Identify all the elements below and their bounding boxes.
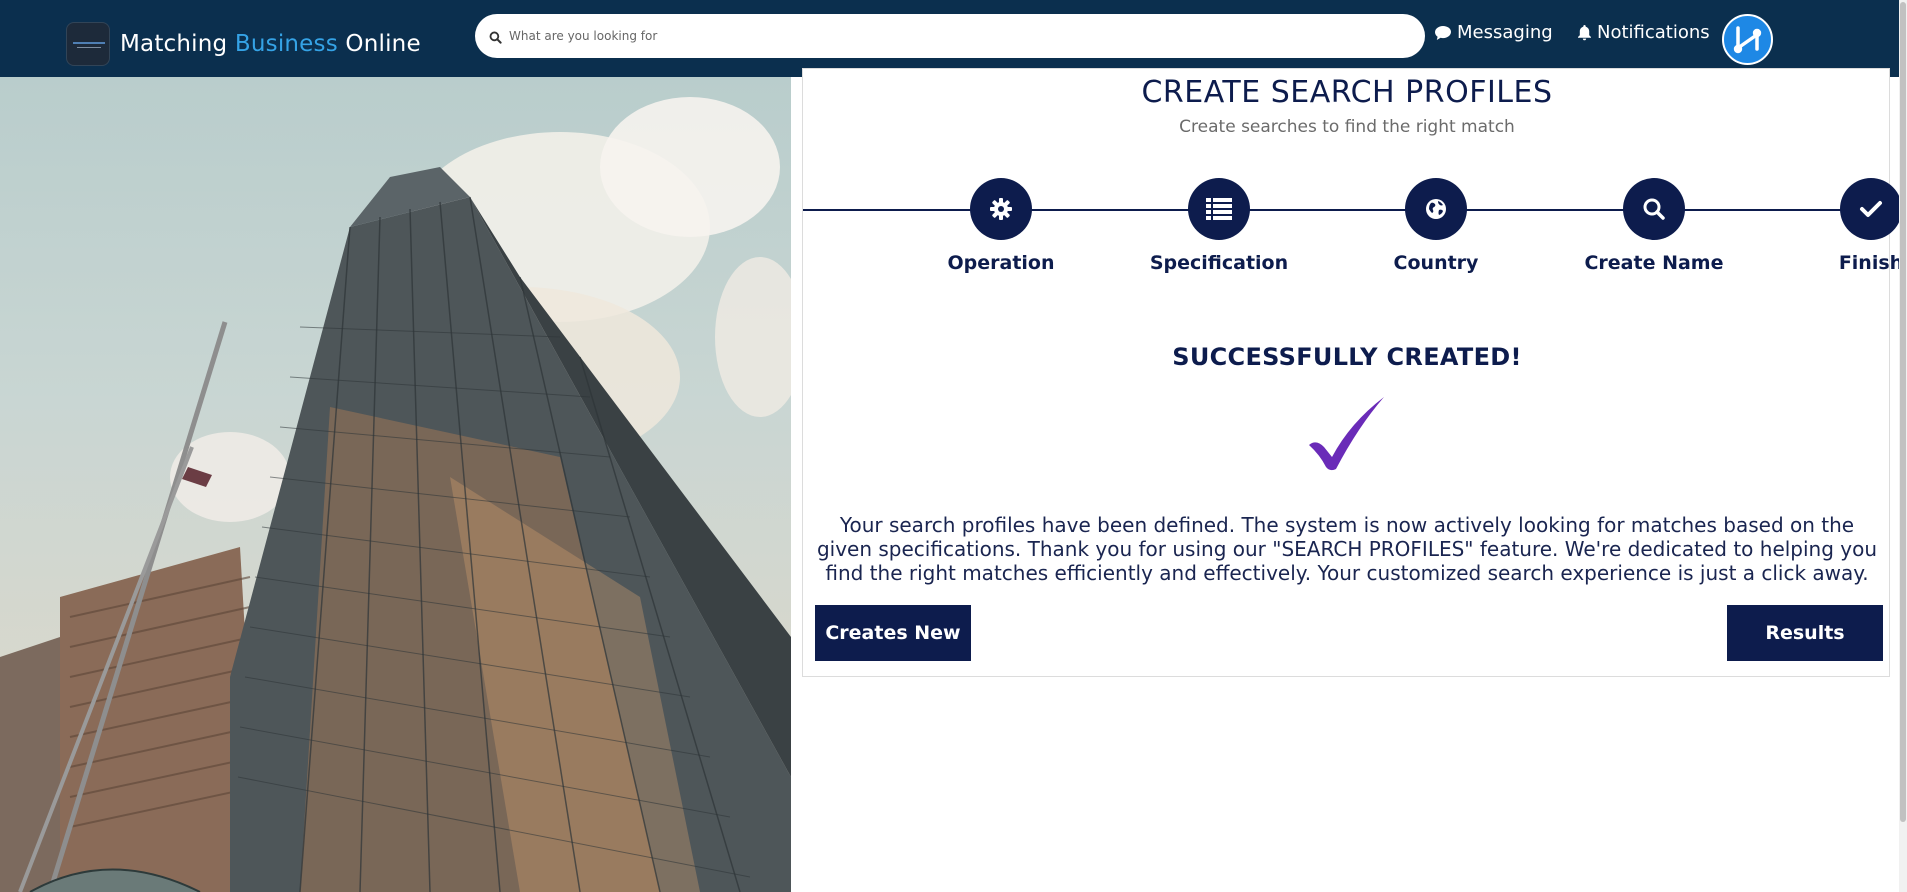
step-label: Specification (1149, 252, 1289, 274)
step-circle (1405, 178, 1467, 240)
search-bar[interactable] (475, 14, 1425, 58)
brand[interactable]: Matching Business Online (66, 22, 421, 66)
hero-building-image (0, 77, 791, 892)
bell-icon (1578, 25, 1591, 41)
page-subtitle: Create searches to find the right match (1179, 117, 1515, 137)
gear-icon (990, 198, 1012, 220)
search-icon (1643, 198, 1665, 220)
results-button[interactable]: Results (1727, 605, 1883, 661)
search-input[interactable] (509, 29, 1409, 43)
brand-name-part1: Matching (120, 31, 228, 57)
globe-icon (1426, 199, 1446, 219)
success-check-icon (1309, 397, 1384, 471)
step-circle (1188, 178, 1250, 240)
step-label: Create Name (1584, 252, 1724, 274)
brand-name-part2: Business (234, 31, 338, 57)
search-icon (489, 29, 503, 44)
scrollbar-thumb[interactable] (1900, 2, 1906, 822)
step-label: Finish (1838, 252, 1904, 274)
step-operation[interactable]: Operation (911, 178, 1091, 274)
page-scrollbar[interactable] (1899, 0, 1907, 892)
nav-messaging[interactable]: Messaging (1434, 22, 1553, 43)
search-profile-card: CREATE SEARCH PROFILES Create searches t… (802, 68, 1903, 677)
brand-name: Matching Business Online (120, 31, 421, 57)
step-circle (1623, 178, 1685, 240)
nav-notifications[interactable]: Notifications (1577, 22, 1710, 43)
check-icon (1860, 201, 1882, 217)
chat-bubble-icon (1435, 25, 1451, 40)
brand-name-part3: Online (345, 31, 421, 57)
nav-messaging-label: Messaging (1457, 22, 1553, 43)
creates-new-button[interactable]: Creates New (815, 605, 971, 661)
step-label: Country (1393, 252, 1479, 274)
step-circle (1840, 178, 1902, 240)
page-title: CREATE SEARCH PROFILES (1141, 75, 1553, 110)
list-icon (1206, 198, 1232, 220)
success-title: SUCCESSFULLY CREATED! (1172, 343, 1522, 371)
success-message: Your search profiles have been defined. … (816, 513, 1878, 585)
step-finish[interactable]: Finish (1781, 178, 1907, 274)
link-logo-icon (1733, 26, 1762, 54)
step-country[interactable]: Country (1346, 178, 1526, 274)
avatar[interactable] (1722, 14, 1773, 65)
step-circle (970, 178, 1032, 240)
step-label: Operation (947, 252, 1055, 274)
brand-logo (66, 22, 110, 66)
top-navbar: Matching Business Online Messaging Notif… (0, 0, 1907, 77)
nav-notifications-label: Notifications (1597, 22, 1710, 43)
step-specification[interactable]: Specification (1129, 178, 1309, 274)
step-create-name[interactable]: Create Name (1564, 178, 1744, 274)
